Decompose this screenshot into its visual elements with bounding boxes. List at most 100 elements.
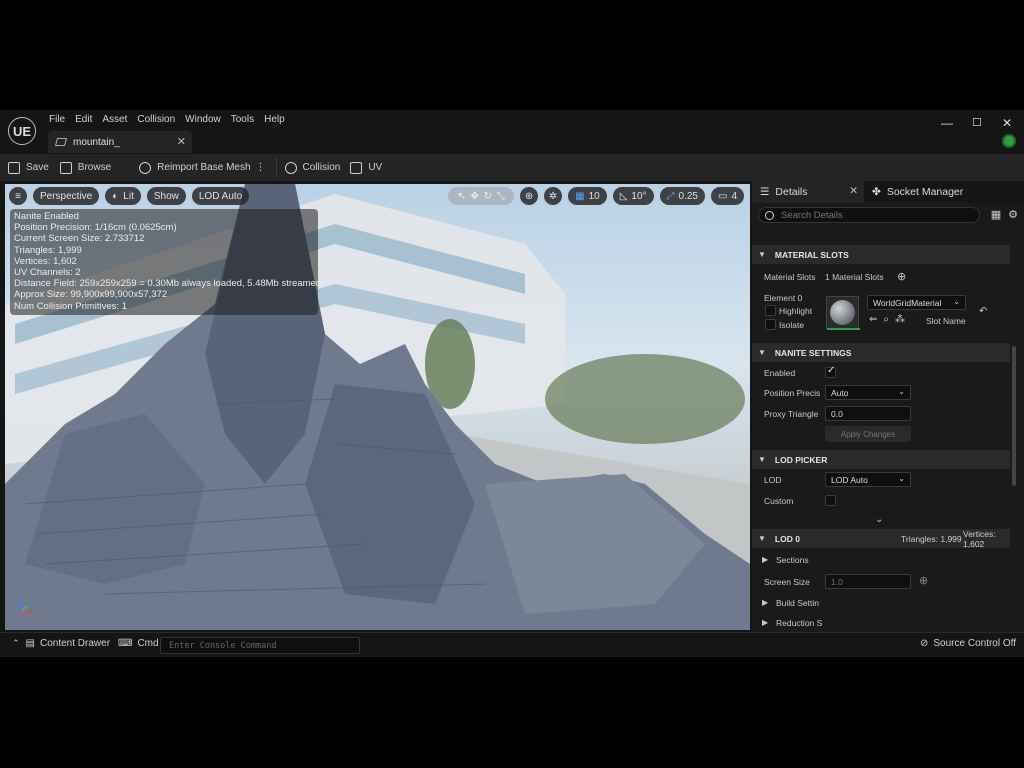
rotation-snap-button[interactable]: ◺ 10° [612, 187, 654, 205]
grid-icon: ▦ [575, 190, 585, 202]
surface-snap-icon[interactable]: ✲ [544, 187, 563, 205]
browse-asset-icon[interactable]: ⌕ [883, 314, 889, 325]
section-material-slots[interactable]: ▼ MATERIAL SLOTS [752, 245, 1010, 264]
grid-snap-button[interactable]: ▦ 10 [568, 187, 607, 205]
section-nanite-settings[interactable]: ▼ NANITE SETTINGS [752, 343, 1010, 362]
stat-line: Nanite Enabled [14, 211, 79, 222]
section-lod0[interactable]: ▼ LOD 0 Triangles: 1,999 Vertices: 1,602 [752, 529, 1010, 549]
socket-icon: ✤ [872, 186, 881, 198]
menu-window[interactable]: Window [184, 113, 230, 127]
scale-icon[interactable]: ⤡ [497, 191, 505, 202]
element-label: Element 0 [764, 293, 803, 303]
add-icon[interactable]: ⊕ [919, 574, 928, 587]
proxy-triangle-input[interactable]: 0.0 [825, 406, 911, 421]
details-panel: ☰ Details ✕ ✤ Socket Manager Search Deta… [752, 181, 1024, 632]
console-command-input[interactable]: Enter Console Command [160, 637, 360, 654]
status-bar: ⌃ ▤ Content Drawer ⌨ Cmd Enter Console C… [0, 632, 1024, 657]
collision-icon [284, 161, 297, 174]
details-scrollbar[interactable] [1012, 346, 1016, 486]
position-precision-dropdown[interactable]: Auto ⌄ [825, 385, 911, 400]
camera-icon: ▭ [717, 190, 728, 202]
tab-close-icon[interactable]: ✕ [849, 185, 858, 197]
material-options-icon[interactable]: ⁂ [895, 314, 905, 325]
menu-file[interactable]: File [48, 113, 74, 127]
reimport-button[interactable]: Reimport Base Mesh ⋮ [139, 161, 266, 174]
sphere-preview-icon [830, 300, 855, 325]
section-lod-picker[interactable]: ▼ LOD PICKER [752, 450, 1010, 469]
save-button[interactable]: Save [8, 161, 49, 174]
lod-button[interactable]: LOD Auto [191, 187, 250, 205]
isolate-checkbox[interactable] [765, 319, 776, 330]
menu-help[interactable]: Help [263, 113, 294, 127]
apply-changes-button[interactable]: Apply Changes [825, 426, 911, 442]
table-view-icon[interactable]: ▦ [991, 208, 1001, 221]
tab-close-icon[interactable]: ✕ [177, 135, 186, 148]
maximize-button[interactable]: ☐ [972, 116, 982, 129]
console-placeholder: Enter Console Command [169, 640, 277, 651]
transform-tools[interactable]: ↖ ✥ ↻ ⤡ [448, 187, 515, 205]
viewport-menu-button[interactable]: ≡ [9, 187, 27, 205]
chevron-right-icon: ▶ [762, 555, 769, 564]
cmd-button[interactable]: ⌨ Cmd [118, 638, 159, 649]
tab-socket-manager[interactable]: ✤ Socket Manager [864, 181, 963, 203]
material-thumbnail[interactable] [826, 296, 860, 330]
scale-snap-button[interactable]: ⤢ 0.25 [659, 187, 705, 205]
status-indicator-icon[interactable] [1002, 134, 1016, 148]
menu-asset[interactable]: Asset [101, 113, 136, 127]
thumbnail-underline [827, 328, 860, 330]
rotate-icon[interactable]: ↻ [484, 191, 492, 202]
uv-button[interactable]: UV [350, 161, 383, 174]
content-drawer-icon: ▤ [25, 638, 35, 649]
section-title: LOD PICKER [774, 454, 828, 465]
more-options-icon[interactable]: ⋮ [256, 162, 266, 173]
reimport-label: Reimport Base Mesh [157, 162, 251, 173]
proxy-triangle-label: Proxy Triangle [764, 409, 819, 419]
settings-gear-icon[interactable]: ⚙ [1008, 208, 1018, 221]
chevron-right-icon: ▶ [762, 598, 769, 607]
screen-size-value: 1.0 [831, 576, 843, 587]
browse-button[interactable]: Browse [59, 161, 111, 174]
lit-button[interactable]: ◐ Lit [105, 187, 141, 205]
camera-speed-button[interactable]: ▭ 4 [710, 187, 744, 205]
search-details-input[interactable]: Search Details [758, 207, 980, 223]
menu-tools[interactable]: Tools [230, 113, 263, 127]
scale-snap-value: 0.25 [678, 190, 698, 202]
material-dropdown[interactable]: WorldGridMaterial ⌄ [867, 295, 966, 310]
select-icon[interactable]: ↖ [457, 191, 465, 202]
custom-checkbox[interactable] [825, 495, 836, 506]
translate-icon[interactable]: ✥ [471, 191, 479, 202]
collision-button[interactable]: Collision [284, 161, 340, 174]
highlight-checkbox[interactable] [765, 305, 776, 316]
screen-size-input[interactable]: 1.0 [825, 574, 911, 589]
add-slot-icon[interactable]: ⊕ [897, 270, 906, 283]
reset-to-default-icon[interactable]: ↶ [979, 306, 987, 317]
section-title: MATERIAL SLOTS [774, 249, 849, 260]
mesh-viewport[interactable]: ≡ Perspective ◐ Lit Show LOD Auto ↖ ✥ ↻ … [5, 184, 750, 630]
close-button[interactable]: ✕ [1002, 116, 1012, 130]
nanite-enabled-checkbox[interactable] [825, 365, 836, 378]
unreal-logo-icon[interactable]: UE [8, 117, 36, 145]
slot-name-label: Slot Name [926, 316, 966, 326]
chevron-down-icon[interactable]: ⌄ [875, 514, 883, 525]
save-icon [8, 161, 20, 174]
chevron-down-icon: ⌄ [898, 387, 905, 396]
build-settings-label: Build Settin [776, 598, 819, 608]
highlight-label: Highlight [779, 306, 813, 316]
source-control-button[interactable]: ⊘ Source Control Off [920, 638, 1016, 649]
uv-label: UV [368, 162, 383, 173]
chevron-down-icon: ⌄ [898, 474, 905, 483]
perspective-button[interactable]: Perspective [33, 187, 100, 205]
lod-dropdown[interactable]: LOD Auto ⌄ [825, 472, 911, 487]
show-button[interactable]: Show [146, 187, 186, 205]
asset-tab[interactable]: mountain_ ✕ [48, 131, 192, 153]
lit-icon: ◐ [112, 190, 119, 202]
menu-collision[interactable]: Collision [136, 113, 184, 127]
minimize-button[interactable]: — [941, 116, 953, 130]
stat-line: Num Collision Primitives: 1 [14, 300, 127, 312]
use-selected-icon[interactable]: ⇐ [869, 314, 877, 325]
tab-details[interactable]: ☰ Details ✕ [752, 181, 864, 203]
menu-edit[interactable]: Edit [74, 113, 101, 127]
world-space-icon[interactable]: ⊕ [520, 187, 539, 205]
content-drawer-button[interactable]: ⌃ ▤ Content Drawer [12, 638, 110, 649]
cmd-label: Cmd [137, 638, 159, 649]
